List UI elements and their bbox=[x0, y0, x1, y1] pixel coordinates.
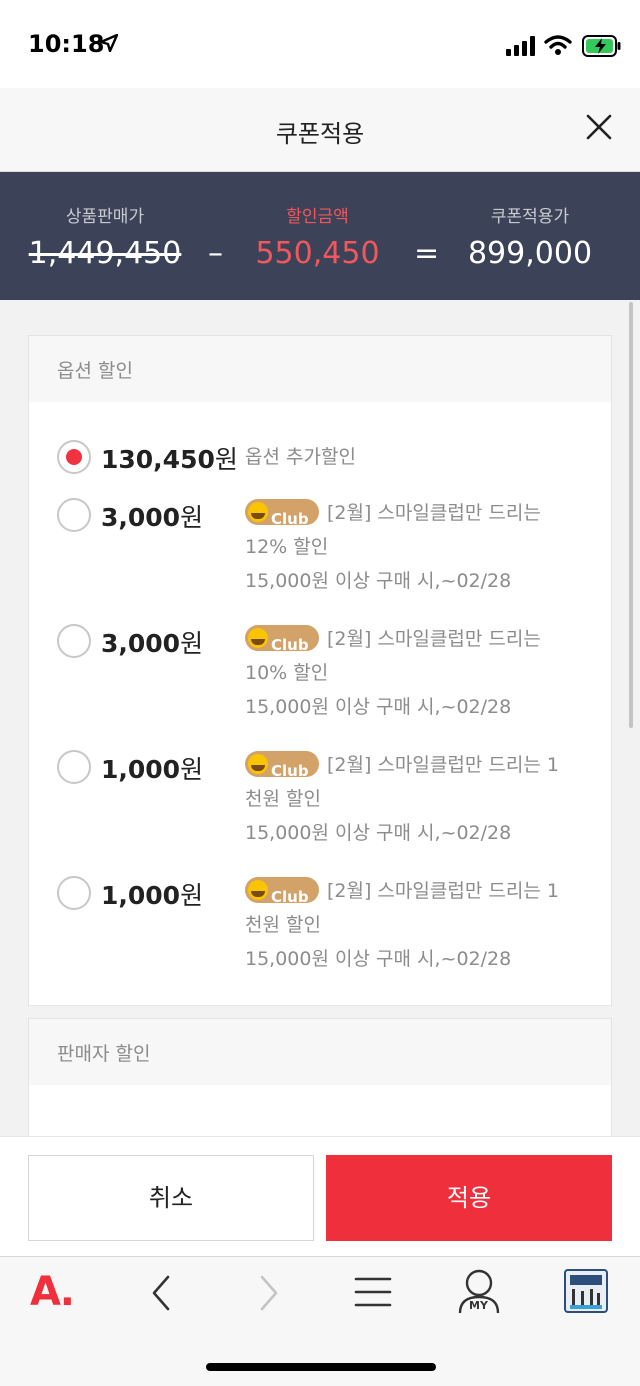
coupon-amount: 3,000원 bbox=[101, 498, 203, 534]
auction-logo-text: A. bbox=[30, 1269, 75, 1315]
original-price-label: 상품판매가 bbox=[65, 207, 145, 227]
back-icon[interactable] bbox=[146, 1273, 176, 1313]
cancel-button[interactable]: 취소 bbox=[28, 1155, 314, 1241]
smile-face-icon bbox=[248, 753, 268, 774]
discount-amount: 할인금액 550,450 bbox=[230, 172, 405, 300]
coupon-list[interactable]: 옵션 할인 130,450원 옵션 추가할인 3,000원 Club [2월] 스… bbox=[0, 300, 640, 1136]
product-thumbnail-icon[interactable] bbox=[564, 1269, 608, 1313]
amount-unit: 원 bbox=[180, 503, 204, 532]
close-icon[interactable] bbox=[580, 108, 618, 146]
auction-logo[interactable]: A. bbox=[30, 1269, 86, 1317]
final-price-label: 쿠폰적용가 bbox=[490, 207, 570, 227]
menu-icon[interactable] bbox=[354, 1275, 392, 1309]
original-price: 상품판매가 1,449,450 bbox=[20, 172, 190, 300]
coupon-amount: 1,000원 bbox=[101, 750, 203, 786]
section-title: 판매자 할인 bbox=[29, 1019, 611, 1085]
seller-discount-section: 판매자 할인 bbox=[28, 1018, 612, 1136]
coupon-amount: 130,450원 bbox=[101, 440, 238, 476]
radio-button[interactable] bbox=[57, 624, 91, 658]
smile-face-icon bbox=[248, 501, 268, 522]
radio-button-selected[interactable] bbox=[57, 440, 91, 474]
club-badge-label: Club bbox=[271, 635, 309, 654]
amount-unit: 원 bbox=[180, 629, 204, 658]
status-time: 10:18 bbox=[28, 30, 105, 58]
coupon-description-block: Club [2월] 스마일클럽만 드리는 1천원 할인 15,000원 이상 구매… bbox=[245, 874, 575, 976]
forward-icon[interactable] bbox=[254, 1273, 284, 1313]
amount-unit: 원 bbox=[214, 445, 238, 474]
coupon-condition: 15,000원 이상 구매 시,~02/28 bbox=[245, 822, 512, 844]
price-summary: 상품판매가 1,449,450 할인금액 550,450 쿠폰적용가 899,0… bbox=[0, 172, 640, 300]
discount-amount-value: 550,450 bbox=[255, 236, 380, 271]
cellular-signal-icon bbox=[506, 36, 535, 56]
amount-number: 3,000 bbox=[101, 503, 181, 532]
coupon-description-block: Club [2월] 스마일클럽만 드리는 10% 할인 15,000원 이상 구매… bbox=[245, 622, 575, 724]
radio-button[interactable] bbox=[57, 876, 91, 910]
coupon-description-block: Club [2월] 스마일클럽만 드리는 1천원 할인 15,000원 이상 구매… bbox=[245, 748, 575, 850]
smile-face-icon bbox=[248, 879, 268, 900]
action-bar: 취소 적용 bbox=[0, 1136, 640, 1256]
option-discount-section: 옵션 할인 130,450원 옵션 추가할인 3,000원 Club [2월] 스… bbox=[28, 335, 612, 1006]
apply-button[interactable]: 적용 bbox=[326, 1155, 612, 1241]
amount-unit: 원 bbox=[180, 881, 204, 910]
club-badge-label: Club bbox=[271, 887, 309, 906]
my-label: MY bbox=[469, 1299, 488, 1312]
coupon-condition: 15,000원 이상 구매 시,~02/28 bbox=[245, 570, 512, 592]
coupon-description: 옵션 추가할인 bbox=[245, 446, 356, 468]
home-indicator[interactable] bbox=[206, 1363, 436, 1371]
radio-button[interactable] bbox=[57, 750, 91, 784]
amount-unit: 원 bbox=[180, 755, 204, 784]
minus-sign: – bbox=[208, 236, 223, 271]
amount-number: 3,000 bbox=[101, 629, 181, 658]
coupon-amount: 3,000원 bbox=[101, 624, 203, 660]
smile-club-badge: Club bbox=[245, 624, 319, 654]
modal-header: 쿠폰적용 bbox=[0, 88, 640, 172]
radio-button[interactable] bbox=[57, 498, 91, 532]
battery-charging-icon bbox=[582, 35, 621, 57]
club-badge-label: Club bbox=[271, 509, 309, 528]
amount-number: 1,000 bbox=[101, 755, 181, 784]
status-bar: 10:18 bbox=[0, 0, 640, 88]
original-price-value: 1,449,450 bbox=[28, 236, 182, 271]
amount-number: 130,450 bbox=[101, 445, 215, 474]
scrollbar[interactable] bbox=[629, 302, 633, 728]
final-price-value: 899,000 bbox=[467, 236, 593, 271]
smile-club-badge: Club bbox=[245, 498, 319, 528]
coupon-description-block: Club [2월] 스마일클럽만 드리는 12% 할인 15,000원 이상 구매… bbox=[245, 496, 575, 598]
smile-club-badge: Club bbox=[245, 876, 319, 906]
section-title: 옵션 할인 bbox=[29, 336, 611, 402]
equals-sign: = bbox=[414, 236, 440, 271]
coupon-condition: 15,000원 이상 구매 시,~02/28 bbox=[245, 696, 512, 718]
discount-amount-label: 할인금액 bbox=[286, 207, 349, 227]
wifi-icon bbox=[544, 35, 572, 55]
final-price: 쿠폰적용가 899,000 bbox=[450, 172, 610, 300]
page-title: 쿠폰적용 bbox=[275, 120, 365, 148]
location-arrow-icon bbox=[100, 34, 118, 52]
coupon-condition: 15,000원 이상 구매 시,~02/28 bbox=[245, 948, 512, 970]
smile-club-badge: Club bbox=[245, 750, 319, 780]
coupon-amount: 1,000원 bbox=[101, 876, 203, 912]
smile-face-icon bbox=[248, 627, 268, 648]
my-page-button[interactable]: MY bbox=[456, 1267, 502, 1315]
club-badge-label: Club bbox=[271, 761, 309, 780]
amount-number: 1,000 bbox=[101, 881, 181, 910]
